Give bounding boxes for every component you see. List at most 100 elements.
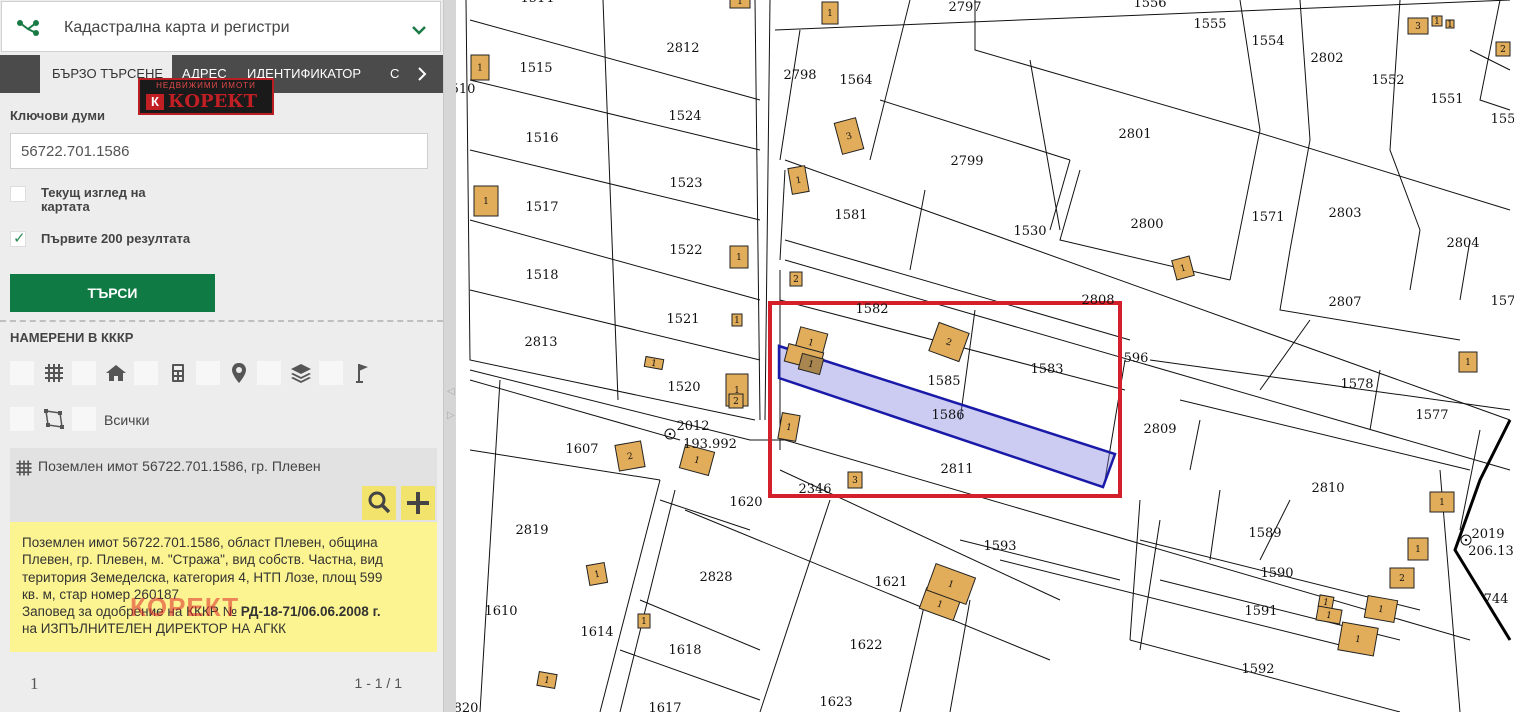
building-label: 3 [1415, 22, 1421, 32]
parcel-label: 2799 [950, 154, 983, 169]
layers-tree-icon [16, 17, 40, 40]
parcel-label: 1552 [1371, 73, 1404, 88]
parcel-label: 1607 [565, 442, 598, 457]
parcel-label: 1581 [834, 208, 867, 223]
current-view-label: Текущ изглед на картата [41, 185, 146, 214]
building: 1 [536, 670, 558, 690]
building: 1 [1337, 621, 1379, 657]
building-label: 1 [483, 197, 489, 207]
chevron-down-icon[interactable] [412, 22, 426, 38]
parcel-label: 1621 [874, 575, 907, 590]
parcel-label: 1622 [849, 638, 882, 653]
parcel-label: 1586 [931, 408, 964, 423]
filter-checkbox-pin[interactable] [196, 361, 220, 385]
parcel-label: 2809 [1143, 422, 1176, 437]
parcel-label: 1520 [667, 380, 700, 395]
building: 1 [729, 245, 749, 269]
building: 1 [1458, 351, 1478, 373]
grid-icon [42, 361, 66, 385]
parcel-label: 1571 [1251, 210, 1284, 225]
building-label: 1 [1434, 17, 1440, 27]
building-label: 1 [1415, 545, 1421, 555]
parcel-label: 1623 [819, 695, 852, 710]
filter-all-label: Всички [104, 412, 150, 428]
logo-name: КОРЕКТ [168, 91, 258, 112]
parcel-label: 2819 [515, 523, 548, 538]
filter-checkbox-home[interactable] [72, 361, 96, 385]
parcel-label: 2828 [699, 570, 732, 585]
building-label: 2 [793, 275, 799, 285]
splitter-grip-icon: ◁ ▷ [447, 386, 455, 421]
tab-more[interactable]: С [390, 55, 402, 93]
pager-page[interactable]: 1 [30, 674, 39, 694]
parcel-label: 1620 [729, 495, 762, 510]
parcel-label: 596 [1124, 351, 1149, 366]
search-icon [368, 491, 391, 514]
zoom-to-result-button[interactable] [362, 486, 396, 520]
first200-label: Първите 200 резултата [41, 231, 191, 246]
building-label: 2 [1399, 574, 1405, 584]
parcel-label: 1555 [1193, 17, 1226, 32]
add-result-button[interactable] [401, 486, 435, 520]
parcel-label: 820 [456, 701, 478, 712]
building: 1 [731, 313, 743, 327]
filter-checkbox-flag[interactable] [319, 361, 343, 385]
parcel-label: 1591 [1244, 604, 1277, 619]
home-icon [104, 361, 128, 385]
divider [0, 320, 443, 322]
building: 2 [1495, 41, 1511, 57]
building: 1 [1407, 537, 1429, 561]
parcel-label: 2808 [1081, 293, 1114, 308]
parcel-label: 1582 [855, 302, 888, 317]
building: 2 [728, 393, 744, 409]
cadastral-map[interactable]: 11131112112111112311112111111111311212 2… [456, 0, 1514, 712]
building-label: 1 [477, 64, 483, 74]
building: 1 [1445, 19, 1455, 30]
parcel-label: 1551 [1430, 92, 1463, 107]
parcel-label: 1524 [668, 109, 701, 124]
filter-checkbox-all[interactable] [72, 407, 96, 431]
building: 3 [1407, 17, 1429, 35]
building-label: 1 [737, 0, 743, 7]
building: 1 [1429, 491, 1455, 513]
parcel-label: 2811 [940, 462, 973, 477]
watermark-logo: НЕДВИЖИМИ ИМОТИ К КОРЕКТ [138, 78, 274, 115]
parcel-label: 1617 [648, 701, 681, 712]
panel-splitter[interactable]: ◁ ▷ [443, 0, 456, 712]
building: 1 [470, 54, 490, 81]
building-label: 1 [1439, 498, 1445, 508]
building-label: 1 [827, 9, 833, 19]
search-button[interactable]: ТЪРСИ [10, 274, 215, 312]
first200-checkbox[interactable]: ✓ [10, 230, 26, 247]
current-view-checkbox[interactable] [10, 186, 26, 202]
result-item[interactable]: Поземлен имот 56722.701.1586, гр. Плевен [10, 448, 437, 522]
parcel-label: 193.992 [683, 437, 737, 452]
filter-checkbox-grid[interactable] [10, 361, 34, 385]
parcel-label: 1530 [1013, 224, 1046, 239]
layer-selector[interactable]: Кадастрална карта и регистри [1, 1, 441, 52]
building: 2 [614, 440, 646, 472]
filter-checkbox-layers[interactable] [257, 361, 281, 385]
building: 2 [1389, 567, 1415, 589]
pager-range: 1 - 1 / 1 [354, 675, 402, 691]
parcel-label: 1589 [1248, 526, 1281, 541]
building: 1 [585, 562, 609, 586]
building-label: 1 [1465, 358, 1471, 368]
parcel-label: 1554 [1251, 34, 1284, 49]
building-label: 2 [733, 397, 739, 407]
layers-icon [289, 361, 313, 385]
filter-checkbox-calculator[interactable] [134, 361, 158, 385]
parcel-label: 1583 [1030, 362, 1063, 377]
keywords-input[interactable] [10, 133, 428, 169]
building-label: 1 [641, 617, 647, 627]
polygon-icon [42, 407, 66, 431]
building-label: 2 [1500, 45, 1506, 55]
parcel-label: 1592 [1241, 662, 1274, 677]
parcel-label: 2812 [666, 41, 699, 56]
filter-checkbox-polygon[interactable] [10, 407, 34, 431]
parcel-label: 2346 [798, 482, 831, 497]
grid-icon [14, 458, 34, 481]
chevron-right-icon[interactable] [417, 66, 427, 85]
parcel-label: 1593 [983, 539, 1016, 554]
parcel-label: 1577 [1415, 408, 1448, 423]
